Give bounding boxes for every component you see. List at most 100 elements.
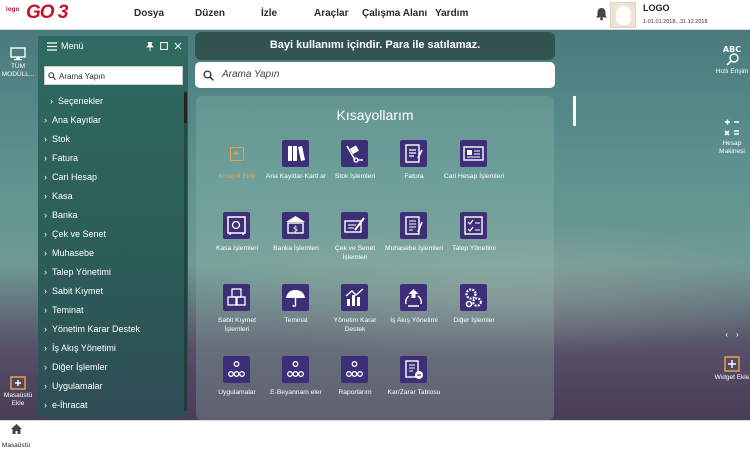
maximize-icon[interactable] (160, 42, 168, 50)
shortcut-cari-hesap[interactable]: Cari Hesap İşlemleri (444, 140, 504, 210)
shortcut-e-beyannameler[interactable]: E-Beyannam eler (268, 356, 324, 420)
logo-prefix: logo (6, 7, 20, 13)
shortcut-teminat[interactable]: Teminat (268, 284, 324, 354)
menu-item-secenekler[interactable]: › Seçenekler (50, 96, 103, 115)
add-shortcut-tile[interactable]: Kısayol Ekle (209, 140, 265, 210)
tile-label: E-Beyannam eler (270, 389, 322, 396)
menu-item-e-ihracat[interactable]: › e-İhracat (44, 400, 88, 419)
shortcut-fatura[interactable]: Fatura (386, 140, 442, 210)
shortcut-talep-yonetimi[interactable]: Talep Yönetimi (446, 212, 502, 282)
all-modules-button[interactable]: TÜM MODÜLL... (0, 47, 36, 79)
menu-calisma-alani[interactable]: Çalışma Alanı (362, 8, 427, 19)
home-icon (10, 424, 22, 434)
all-modules-label: TÜM MODÜLL... (1, 63, 35, 78)
calculator-label: Hesap Makinesi (719, 140, 745, 155)
menu-item-teminat[interactable]: › Teminat (44, 305, 84, 324)
shortcut-diger-islemler[interactable]: Diğer İşlemler (446, 284, 502, 354)
menu-scrollbar[interactable] (184, 91, 187, 411)
boxes-icon (223, 284, 250, 311)
chevron-right-icon: › (44, 229, 47, 239)
shortcut-banka-islemleri[interactable]: $ Banka İşlemleri (268, 212, 324, 282)
menu-dosya[interactable]: Dosya (134, 8, 164, 19)
menu-item-muhasebe[interactable]: › Muhasebe (44, 248, 94, 267)
close-icon[interactable] (174, 42, 182, 50)
menu-item-ana-kayitlar[interactable]: › Ana Kayıtlar (44, 115, 101, 134)
shortcut-kar-zarar-tablosu[interactable]: Kar/Zarar Tablosu (386, 356, 442, 420)
umbrella-icon (282, 284, 309, 311)
menu-duzen[interactable]: Düzen (195, 8, 225, 19)
chevron-right-icon: › (44, 210, 47, 220)
menu-item-is-akis-yonetimi[interactable]: › İş Akış Yönetimi (44, 343, 116, 362)
shortcut-uygulamalar[interactable]: Uygulamalar (209, 356, 265, 420)
menu-item-sabit-kiymet[interactable]: › Sabit Kıymet (44, 286, 103, 305)
binders-icon (282, 140, 309, 167)
shortcut-muhasebe-islemleri[interactable]: Muhasebe İşlemleri (385, 212, 443, 282)
shortcut-raporlarim[interactable]: Raporlarım (327, 356, 383, 420)
shortcut-ana-kayitlar[interactable]: Ana Kayıtlar-Kartl ar (266, 140, 326, 210)
chevron-right-icon: › (44, 248, 47, 258)
chevron-right-icon: › (44, 134, 47, 144)
hand-truck-icon (341, 140, 368, 167)
tile-label: Raporlarım (338, 389, 372, 396)
menu-item-diger-islemler[interactable]: › Diğer İşlemler (44, 362, 108, 381)
add-desktop-button[interactable]: Masaüstü Ekle (0, 376, 36, 408)
menu-item-cari-hesap[interactable]: › Cari Hesap (44, 172, 97, 191)
dots-icon (223, 356, 250, 383)
add-widget-button[interactable]: Widget Ekle (714, 356, 750, 382)
shortcuts-title: Kısayollarım (336, 107, 414, 123)
shortcut-sabit-kiymet[interactable]: Sabit Kıymet İşlemleri (209, 284, 265, 354)
shortcut-cek-ve-senet[interactable]: Çek ve Senet İşlemleri (327, 212, 383, 282)
desktop-taskbar-button[interactable]: Masaüstü (0, 424, 32, 450)
search-icon (48, 72, 56, 80)
menu-item-uygulamalar[interactable]: › Uygulamalar (44, 381, 103, 400)
pin-icon[interactable] (146, 42, 154, 51)
quick-access-button[interactable]: ABC Hızlı Erişim (714, 42, 750, 76)
menu-search-placeholder: Arama Yapın (59, 72, 105, 81)
account-card-icon (460, 140, 487, 167)
add-widget-label: Widget Ekle (714, 374, 750, 381)
top-menubar: logo GO 3 Dosya Düzen İzle Araçlar Çalış… (0, 0, 750, 30)
chevron-right-icon: › (44, 343, 47, 353)
chevron-right-icon: › (44, 362, 47, 372)
user-name: LOGO (643, 3, 670, 13)
menu-item-kasa[interactable]: › Kasa (44, 191, 73, 210)
menu-item-fatura[interactable]: › Fatura (44, 153, 78, 172)
calculator-button[interactable]: Hesap Makinesi (714, 116, 750, 156)
menu-araclar[interactable]: Araçlar (314, 8, 348, 19)
dots-icon (341, 356, 368, 383)
logo-main: GO 3 (26, 2, 68, 23)
menu-item-yonetim-karar-destek[interactable]: › Yönetim Karar Destek (44, 324, 140, 343)
menu-item-stok[interactable]: › Stok (44, 134, 70, 153)
hamburger-icon[interactable] (47, 42, 57, 51)
check-pen-icon (341, 212, 368, 239)
menu-izle[interactable]: İzle (261, 8, 277, 19)
menu-item-banka[interactable]: › Banka (44, 210, 78, 229)
menu-search-input[interactable]: Arama Yapın (44, 66, 183, 85)
bell-icon[interactable] (595, 7, 608, 21)
widget-nav[interactable]: ‹ › (714, 331, 750, 339)
menu-item-talep-yonetimi[interactable]: › Talep Yönetimi (44, 267, 111, 286)
tile-label: Muhasebe İşlemleri (385, 245, 443, 252)
tile-label: Çek ve Senet İşlemleri (334, 245, 376, 261)
search-icon (203, 70, 214, 81)
main-scrollbar[interactable] (573, 96, 576, 126)
shortcut-kasa-islemleri[interactable]: Kasa İşlemleri (209, 212, 265, 282)
chart-icon (341, 284, 368, 311)
profit-report-icon (400, 356, 427, 383)
avatar[interactable] (610, 2, 636, 28)
shortcut-is-akis-yonetimi[interactable]: İş Akış Yönetimi (386, 284, 442, 354)
main-search-placeholder: Arama Yapın (222, 69, 280, 80)
menu-item-cek-ve-senet[interactable]: › Çek ve Senet (44, 229, 106, 248)
tile-label: Teminat (284, 317, 308, 324)
tile-label: Uygulamalar (218, 389, 256, 396)
main-search-input[interactable]: Arama Yapın (195, 62, 555, 88)
menu-yardim[interactable]: Yardım (435, 8, 468, 19)
tile-label: Ana Kayıtlar-Kartl ar (265, 173, 327, 180)
bank-icon: $ (282, 212, 309, 239)
workflow-icon (400, 284, 427, 311)
chevron-right-icon[interactable]: › (736, 330, 739, 339)
chevron-left-icon[interactable]: ‹ (725, 330, 728, 339)
shortcut-stok-islemleri[interactable]: Stok İşlemleri (327, 140, 383, 210)
shortcut-yonetim-karar-destek[interactable]: Yönetim Karar Destek (327, 284, 383, 354)
menu-title: Menü (61, 41, 84, 51)
